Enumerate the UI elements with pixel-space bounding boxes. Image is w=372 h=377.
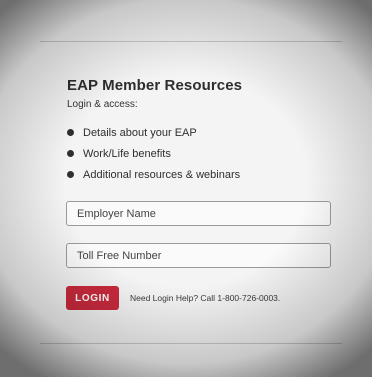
bottom-divider <box>40 343 342 344</box>
top-divider <box>40 41 342 42</box>
eap-login-panel: EAP Member Resources Login & access: Det… <box>0 0 372 377</box>
employer-name-input[interactable] <box>66 201 331 226</box>
list-item-label: Details about your EAP <box>83 126 197 139</box>
bullet-icon <box>67 171 74 178</box>
toll-free-number-input[interactable] <box>66 243 331 268</box>
login-help-text: Need Login Help? Call 1-800-726-0003. <box>130 293 281 303</box>
bullet-icon <box>67 129 74 136</box>
bullet-icon <box>67 150 74 157</box>
login-row: LOGIN Need Login Help? Call 1-800-726-00… <box>66 286 280 310</box>
list-item: Work/Life benefits <box>67 143 240 164</box>
list-item-label: Additional resources & webinars <box>83 168 241 181</box>
login-button[interactable]: LOGIN <box>66 286 119 310</box>
list-item: Details about your EAP <box>67 122 240 143</box>
list-item: Additional resources & webinars <box>67 164 240 185</box>
list-item-label: Work/Life benefits <box>83 147 171 160</box>
panel-subtitle: Login & access: <box>67 99 138 110</box>
panel-title: EAP Member Resources <box>67 77 243 94</box>
benefits-list: Details about your EAP Work/Life benefit… <box>67 122 240 185</box>
